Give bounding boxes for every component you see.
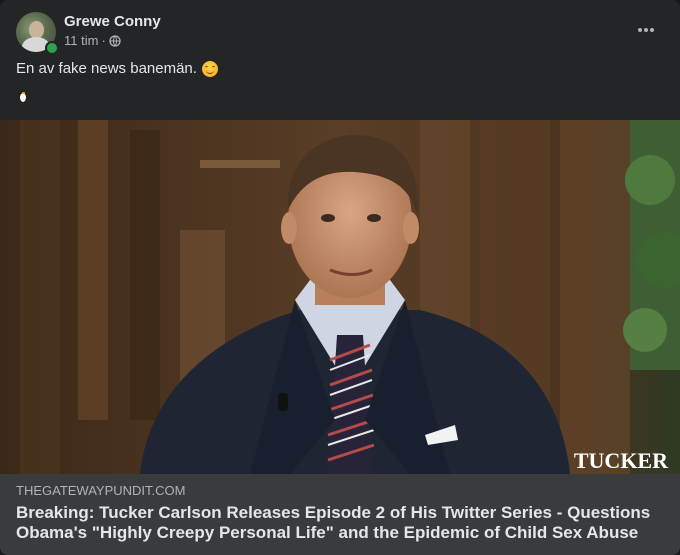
post-header: Grewe Conny 11 tim · — [16, 12, 664, 55]
author-name[interactable]: Grewe Conny — [64, 13, 161, 30]
online-status-indicator — [45, 41, 59, 55]
post-time[interactable]: 11 tim — [64, 33, 98, 48]
image-watermark: TUCKER — [573, 448, 668, 473]
globe-icon[interactable] — [109, 34, 121, 47]
video-thumbnail-illustration — [0, 120, 680, 474]
penguin-icon — [16, 88, 30, 104]
link-preview-image[interactable]: TUCKER — [0, 120, 680, 474]
post-card: Grewe Conny 11 tim · En av fake news ban… — [0, 0, 680, 555]
post-meta: 11 tim · — [64, 33, 121, 48]
more-options-button[interactable] — [634, 18, 658, 42]
post-text: En av fake news banemän. — [16, 60, 218, 77]
post-text-second-line — [16, 88, 30, 108]
meta-separator: · — [101, 33, 106, 48]
link-headline[interactable]: Breaking: Tucker Carlson Releases Episod… — [16, 503, 666, 543]
link-domain: THEGATEWAYPUNDIT.COM — [16, 483, 186, 498]
smiling-face-with-smiling-eyes-icon — [201, 60, 218, 77]
link-preview-info[interactable]: THEGATEWAYPUNDIT.COM Breaking: Tucker Ca… — [0, 474, 680, 555]
ellipsis-icon — [638, 28, 654, 32]
post-message: En av fake news banemän. — [16, 60, 197, 77]
